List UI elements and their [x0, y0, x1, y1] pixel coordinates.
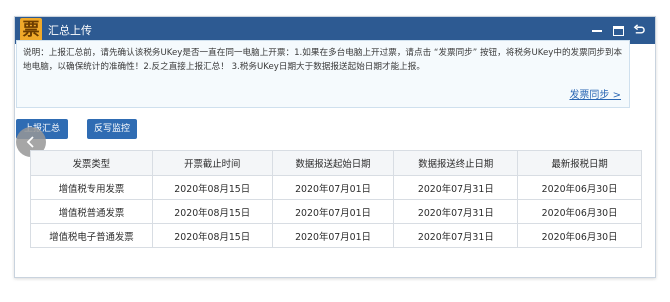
chevron-left-icon — [26, 136, 34, 148]
header-issue-deadline: 开票截止时间 — [151, 150, 273, 176]
table-row[interactable]: 增值税普通发票 2020年08月15日 2020年07月01日 2020年07月… — [30, 199, 642, 224]
cell-report-end: 2020年07月31日 — [393, 223, 519, 248]
cell-issue-deadline: 2020年08月15日 — [151, 175, 273, 200]
table-header-row: 发票类型 开票截止时间 数据报送起始日期 数据报送终止日期 最新报税日期 — [30, 150, 642, 176]
table-row[interactable]: 增值税专用发票 2020年08月15日 2020年07月01日 2020年07月… — [30, 175, 642, 200]
header-report-start: 数据报送起始日期 — [271, 150, 395, 176]
cell-report-end: 2020年07月31日 — [393, 175, 519, 200]
cell-issue-deadline: 2020年08月15日 — [151, 223, 273, 248]
header-latest-tax-date: 最新报税日期 — [517, 150, 642, 176]
restore-icon[interactable] — [612, 25, 624, 37]
cell-latest-tax-date: 2020年06月30日 — [517, 199, 642, 224]
cell-latest-tax-date: 2020年06月30日 — [517, 175, 642, 200]
notice-text: 说明：上报汇总前，请先确认该税务UKey是否一直在同一电脑上开票：1.如果在多台… — [23, 48, 623, 72]
minimize-icon[interactable] — [591, 25, 603, 37]
cell-invoice-type: 增值税电子普通发票 — [30, 223, 153, 248]
cell-latest-tax-date: 2020年06月30日 — [517, 223, 642, 248]
cell-report-start: 2020年07月01日 — [271, 199, 395, 224]
back-arrow-icon[interactable] — [633, 24, 645, 37]
cell-report-start: 2020年07月01日 — [271, 175, 395, 200]
invoice-sync-link[interactable]: 发票同步 > — [569, 86, 621, 101]
invoice-summary-table: 发票类型 开票截止时间 数据报送起始日期 数据报送终止日期 最新报税日期 增值税… — [30, 150, 642, 248]
cell-issue-deadline: 2020年08月15日 — [151, 199, 273, 224]
table-row[interactable]: 增值税电子普通发票 2020年08月15日 2020年07月01日 2020年0… — [30, 223, 642, 248]
cell-invoice-type: 增值税专用发票 — [30, 175, 153, 200]
header-invoice-type: 发票类型 — [30, 150, 153, 176]
cell-report-start: 2020年07月01日 — [271, 223, 395, 248]
cell-invoice-type: 增值税普通发票 — [30, 199, 153, 224]
cell-report-end: 2020年07月31日 — [393, 199, 519, 224]
instruction-notice: 说明：上报汇总前，请先确认该税务UKey是否一直在同一电脑上开票：1.如果在多台… — [16, 40, 630, 108]
writeback-monitor-button[interactable]: 反写监控 — [87, 119, 137, 139]
header-report-end: 数据报送终止日期 — [393, 150, 519, 176]
